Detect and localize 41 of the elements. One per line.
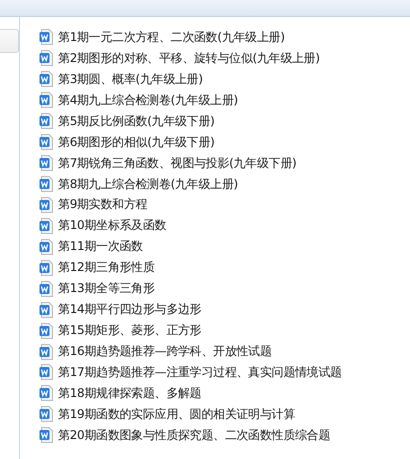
- file-name[interactable]: 第18期规律探索题、多解题: [58, 384, 202, 402]
- word-document-icon: [39, 196, 53, 213]
- word-document-icon: [39, 406, 53, 422]
- word-document-icon: [39, 29, 53, 46]
- word-document-icon: [39, 176, 53, 192]
- file-name[interactable]: 第12期三角形性质: [58, 259, 155, 276]
- word-document-icon: [39, 113, 53, 130]
- word-document-icon: [39, 134, 53, 150]
- sidebar-item[interactable]: [0, 29, 19, 53]
- word-document-icon: [39, 92, 53, 108]
- file-name[interactable]: 第6期图形的相似(九年级下册): [58, 134, 214, 151]
- file-name[interactable]: 第7期锐角三角函数、视图与投影(九年级下册): [58, 154, 296, 172]
- word-document-icon: [39, 302, 53, 318]
- file-name[interactable]: 第5期反比例函数(九年级下册): [58, 112, 214, 130]
- word-document-icon: [39, 385, 53, 402]
- word-document-icon: [39, 322, 53, 339]
- file-name[interactable]: 第13期全等三角形: [58, 280, 155, 298]
- file-name[interactable]: 第1期一元二次方程、二次函数(九年级上册): [58, 28, 285, 46]
- word-document-icon: [39, 71, 53, 88]
- file-name[interactable]: 第4期九上综合检测卷(九年级上册): [58, 92, 238, 109]
- file-name[interactable]: 第19期函数的实际应用、圆的相关证明与计算: [58, 406, 295, 423]
- file-name[interactable]: 第3期圆、概率(九年级上册): [58, 70, 203, 88]
- file-name[interactable]: 第20期函数图象与性质探究题、二次函数性质综合题: [58, 426, 330, 444]
- file-name[interactable]: 第2期图形的对称、平移、旋转与位似(九年级上册): [58, 50, 320, 67]
- word-document-icon: [39, 280, 53, 297]
- word-document-icon: [39, 260, 53, 276]
- file-name[interactable]: 第10期坐标系及函数: [58, 217, 166, 234]
- word-document-icon: [39, 364, 53, 380]
- file-name[interactable]: 第17期趋势题推荐—注重学习过程、真实问题情境试题: [58, 364, 342, 381]
- file-name[interactable]: 第15期矩形、菱形、正方形: [58, 322, 202, 340]
- file-name[interactable]: 第9期实数和方程: [58, 196, 148, 214]
- word-document-icon: [39, 218, 53, 234]
- word-document-icon: [39, 50, 53, 66]
- word-document-icon: [39, 344, 53, 360]
- file-name[interactable]: 第16期趋势题推荐—跨学科、开放性试题: [58, 343, 272, 360]
- word-document-icon: [39, 155, 53, 172]
- word-document-icon: [39, 427, 53, 444]
- file-name[interactable]: 第14期平行四边形与多边形: [58, 301, 202, 318]
- word-document-icon: [39, 238, 53, 255]
- file-name[interactable]: 第8期九上综合检测卷(九年级上册): [58, 176, 238, 193]
- file-name[interactable]: 第11期一次函数: [58, 238, 143, 256]
